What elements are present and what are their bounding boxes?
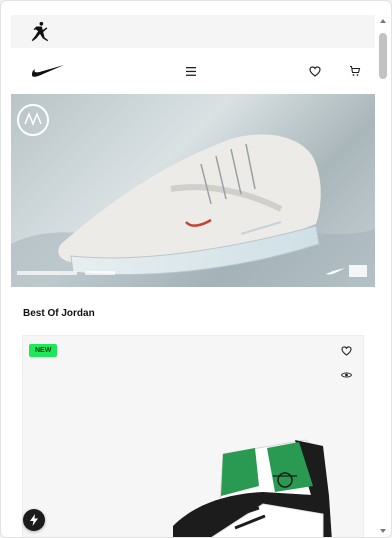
cart-icon[interactable] [347, 63, 363, 79]
lightning-icon [29, 514, 39, 526]
product-sneaker-image [173, 439, 332, 537]
main-navbar [11, 48, 375, 94]
quick-action-button[interactable] [23, 509, 45, 531]
top-brand-bar [11, 15, 375, 48]
nike-swoosh-icon[interactable] [31, 64, 65, 78]
heart-icon[interactable] [307, 63, 323, 79]
product-card[interactable]: NEW [22, 335, 364, 537]
browser-frame: Best Of Jordan NEW [0, 0, 392, 538]
page-viewport: Best Of Jordan NEW [11, 15, 375, 537]
hamburger-menu-icon[interactable] [183, 63, 199, 79]
hero-sneaker-image [11, 104, 375, 287]
scroll-down-arrow-icon[interactable] [380, 529, 386, 533]
scroll-thumb[interactable] [379, 33, 387, 79]
scrollbar[interactable] [378, 15, 388, 537]
hero-banner[interactable] [11, 94, 375, 287]
nav-actions [183, 63, 363, 79]
section-title: Best Of Jordan [23, 308, 95, 319]
jordan-jumpman-icon[interactable] [29, 21, 51, 43]
scroll-up-arrow-icon[interactable] [380, 19, 386, 23]
